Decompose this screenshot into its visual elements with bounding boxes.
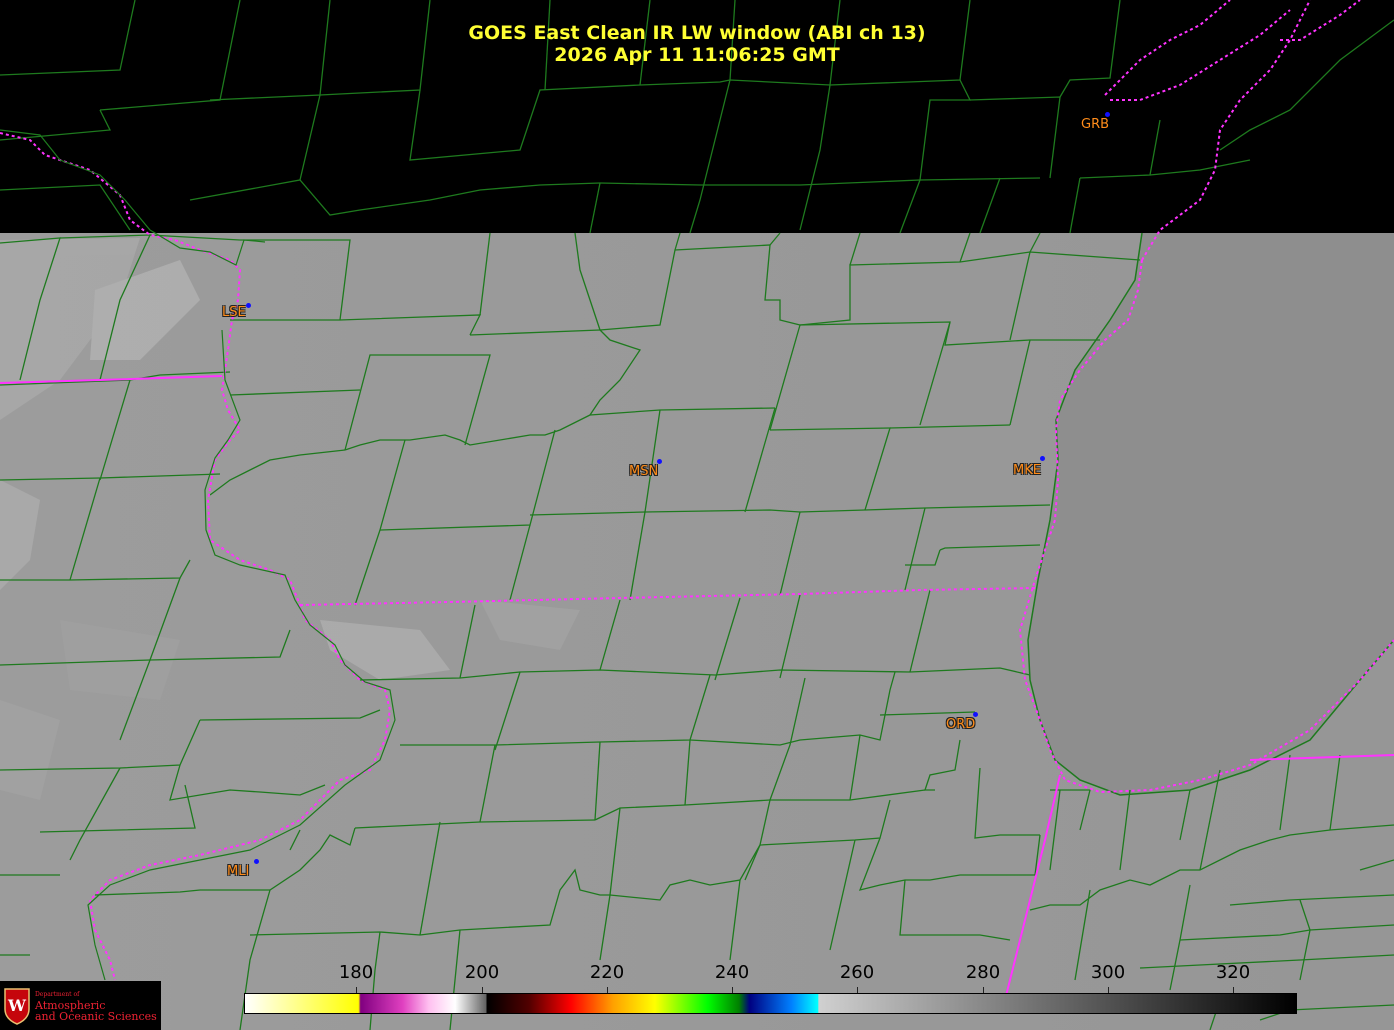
colorbar-tick-220: 220 xyxy=(589,962,625,983)
colorbar-tickmark xyxy=(482,987,483,993)
colorbar-tick-240: 240 xyxy=(714,962,750,983)
station-dot-lse xyxy=(246,303,251,308)
station-label-mke: MKE xyxy=(1013,463,1041,478)
colorbar-tickmark xyxy=(983,987,984,993)
satellite-map xyxy=(0,0,1394,1030)
colorbar-tick-280: 280 xyxy=(965,962,1001,983)
colorbar-tickmark xyxy=(857,987,858,993)
temperature-colorbar xyxy=(244,993,1297,1014)
station-dot-mli xyxy=(254,859,259,864)
colorbar-tickmark xyxy=(1108,987,1109,993)
aos-logo: W Department of Atmospheric and Oceanic … xyxy=(0,981,161,1030)
station-label-ord: ORD xyxy=(946,717,976,732)
colorbar-tick-260: 260 xyxy=(839,962,875,983)
station-label-msn: MSN xyxy=(629,464,659,479)
station-dot-mke xyxy=(1040,456,1045,461)
uw-crest-icon: W xyxy=(4,987,30,1025)
colorbar-tick-180: 180 xyxy=(338,962,374,983)
colorbar-tick-300: 300 xyxy=(1090,962,1126,983)
colorbar-tickmark xyxy=(732,987,733,993)
crest-letter: W xyxy=(7,996,27,1015)
colorbar-tickmark xyxy=(1233,987,1234,993)
colorbar-tickmark xyxy=(607,987,608,993)
colorbar-tick-200: 200 xyxy=(464,962,500,983)
station-label-grb: GRB xyxy=(1081,117,1110,132)
logo-line-2: and Oceanic Sciences xyxy=(35,1010,157,1023)
logo-text: Department of Atmospheric and Oceanic Sc… xyxy=(35,989,157,1022)
title-line-1: GOES East Clean IR LW window (ABI ch 13) xyxy=(468,22,926,44)
station-label-lse: LSE xyxy=(222,305,246,320)
colorbar-tickmark xyxy=(356,987,357,993)
title-line-2: 2026 Apr 11 11:06:25 GMT xyxy=(554,44,840,66)
colorbar-tick-320: 320 xyxy=(1215,962,1251,983)
station-label-mli: MLI xyxy=(227,864,250,879)
